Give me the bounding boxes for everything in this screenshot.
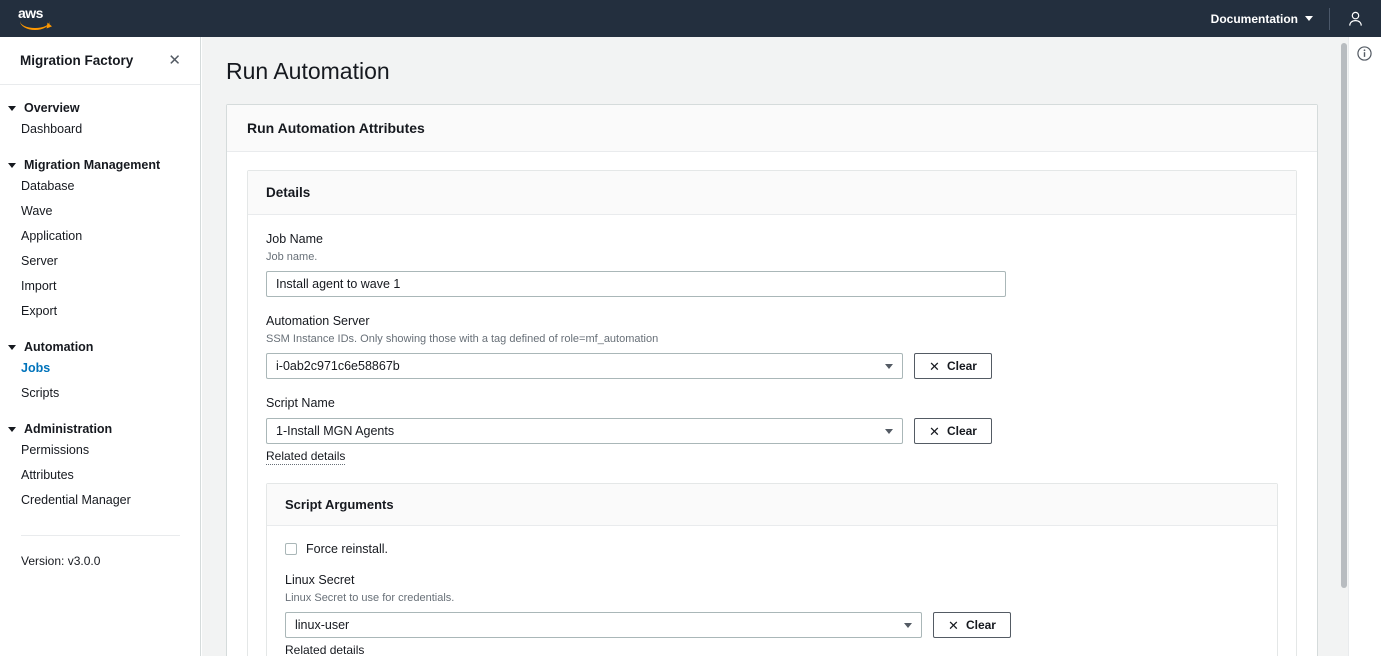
nav-group-label: Administration (24, 422, 112, 436)
sidebar-item-application[interactable]: Application (0, 224, 200, 249)
nav-group-automation: Automation Jobs Scripts (0, 338, 200, 406)
automation-server-select[interactable]: i-0ab2c971c6e58867b (266, 353, 903, 379)
aws-smile-icon (20, 21, 50, 30)
chevron-down-icon (8, 427, 16, 432)
script-name-clear-button[interactable]: ✕ Clear (914, 418, 992, 444)
automation-server-label: Automation Server (266, 313, 1278, 330)
nav-group-header-automation[interactable]: Automation (0, 338, 200, 356)
close-icon: ✕ (948, 619, 959, 632)
script-name-value: 1-Install MGN Agents (276, 424, 885, 438)
sidebar-title: Migration Factory (20, 53, 165, 68)
vertical-scrollbar-thumb[interactable] (1341, 43, 1347, 588)
nav-group-header-overview[interactable]: Overview (0, 99, 200, 117)
automation-server-hint: SSM Instance IDs. Only showing those wit… (266, 331, 1278, 347)
documentation-menu-button[interactable]: Documentation (1195, 0, 1329, 37)
linux-secret-value: linux-user (295, 618, 904, 632)
nav-group-migration-management: Migration Management Database Wave Appli… (0, 156, 200, 324)
linux-secret-hint: Linux Secret to use for credentials. (285, 590, 1259, 606)
documentation-label: Documentation (1211, 12, 1298, 26)
details-card-header: Details (248, 171, 1296, 215)
force-reinstall-checkbox[interactable] (285, 543, 297, 555)
close-icon[interactable]: ✕ (165, 51, 184, 70)
user-account-button[interactable] (1330, 0, 1381, 37)
close-icon: ✕ (929, 425, 940, 438)
clear-label: Clear (947, 424, 977, 438)
clear-label: Clear (947, 359, 977, 373)
top-navigation-bar: aws Documentation (0, 0, 1381, 37)
chevron-down-icon (1305, 16, 1313, 21)
script-arguments-card-body: Force reinstall. Linux Secret Linux Secr… (267, 526, 1277, 656)
force-reinstall-label: Force reinstall. (306, 542, 388, 556)
sidebar-item-wave[interactable]: Wave (0, 199, 200, 224)
nav-group-header-administration[interactable]: Administration (0, 420, 200, 438)
script-name-select[interactable]: 1-Install MGN Agents (266, 418, 903, 444)
linux-secret-related-details-link[interactable]: Related details (285, 643, 364, 656)
sidebar-item-permissions[interactable]: Permissions (0, 438, 200, 463)
chevron-down-icon (8, 345, 16, 350)
chevron-down-icon (885, 364, 893, 369)
script-name-related-details-link[interactable]: Related details (266, 449, 345, 465)
nav-group-header-migration-management[interactable]: Migration Management (0, 156, 200, 174)
chevron-down-icon (885, 429, 893, 434)
aws-logo[interactable]: aws (18, 6, 58, 32)
sidebar-item-credential-manager[interactable]: Credential Manager (0, 488, 200, 513)
script-name-field-group: Script Name 1-Install MGN Agents ✕ Clear (266, 395, 1278, 465)
job-name-label: Job Name (266, 231, 1278, 248)
panel-header: Run Automation Attributes (227, 105, 1317, 152)
linux-secret-field-group: Linux Secret Linux Secret to use for cre… (285, 572, 1259, 656)
sidebar-item-export[interactable]: Export (0, 299, 200, 324)
nav-group-label: Overview (24, 101, 80, 115)
main-content-area: Run Automation Run Automation Attributes… (202, 37, 1348, 656)
automation-server-field-group: Automation Server SSM Instance IDs. Only… (266, 313, 1278, 379)
script-arguments-card: Script Arguments Force reinstall. Linux … (266, 483, 1278, 656)
automation-server-row: i-0ab2c971c6e58867b ✕ Clear (266, 353, 1278, 379)
nav-group-administration: Administration Permissions Attributes Cr… (0, 420, 200, 513)
sidebar-item-server[interactable]: Server (0, 249, 200, 274)
user-icon (1348, 11, 1363, 27)
sidebar-item-import[interactable]: Import (0, 274, 200, 299)
page-title: Run Automation (202, 37, 1348, 86)
sidebar-item-scripts[interactable]: Scripts (0, 381, 200, 406)
right-rail (1348, 37, 1381, 656)
nav-group-overview: Overview Dashboard (0, 99, 200, 142)
version-label: Version: v3.0.0 (0, 536, 200, 568)
job-name-field-group: Job Name Job name. Install agent to wave… (266, 231, 1278, 297)
job-name-hint: Job name. (266, 249, 1278, 265)
details-card: Details Job Name Job name. Install agent… (247, 170, 1297, 656)
info-circle-icon (1357, 46, 1372, 61)
nav-group-label: Migration Management (24, 158, 160, 172)
linux-secret-clear-button[interactable]: ✕ Clear (933, 612, 1011, 638)
sidebar-item-dashboard[interactable]: Dashboard (0, 117, 200, 142)
chevron-down-icon (904, 623, 912, 628)
linux-secret-select[interactable]: linux-user (285, 612, 922, 638)
clear-label: Clear (966, 618, 996, 632)
linux-secret-row: linux-user ✕ Clear (285, 612, 1259, 638)
details-card-body: Job Name Job name. Install agent to wave… (248, 215, 1296, 656)
chevron-down-icon (8, 106, 16, 111)
sidebar-item-database[interactable]: Database (0, 174, 200, 199)
close-icon: ✕ (929, 360, 940, 373)
run-automation-attributes-panel: Run Automation Attributes Details Job Na… (226, 104, 1318, 656)
script-name-label: Script Name (266, 395, 1278, 412)
info-panel-toggle-button[interactable] (1357, 46, 1381, 66)
sidebar-navigation: Migration Factory ✕ Overview Dashboard M… (0, 37, 201, 656)
script-name-row: 1-Install MGN Agents ✕ Clear (266, 418, 1278, 444)
job-name-input[interactable]: Install agent to wave 1 (266, 271, 1006, 297)
sidebar-item-jobs[interactable]: Jobs (0, 356, 200, 381)
automation-server-value: i-0ab2c971c6e58867b (276, 359, 885, 373)
panel-body: Details Job Name Job name. Install agent… (227, 152, 1317, 656)
force-reinstall-row: Force reinstall. (285, 542, 1259, 556)
aws-wordmark: aws (18, 6, 58, 20)
vertical-scrollbar-track[interactable] (1340, 37, 1348, 656)
chevron-down-icon (8, 163, 16, 168)
nav-group-label: Automation (24, 340, 93, 354)
top-bar-right-group: Documentation (1195, 0, 1381, 37)
sidebar-item-attributes[interactable]: Attributes (0, 463, 200, 488)
automation-server-clear-button[interactable]: ✕ Clear (914, 353, 992, 379)
sidebar-header: Migration Factory ✕ (0, 37, 200, 85)
script-arguments-card-header: Script Arguments (267, 484, 1277, 526)
linux-secret-label: Linux Secret (285, 572, 1259, 589)
